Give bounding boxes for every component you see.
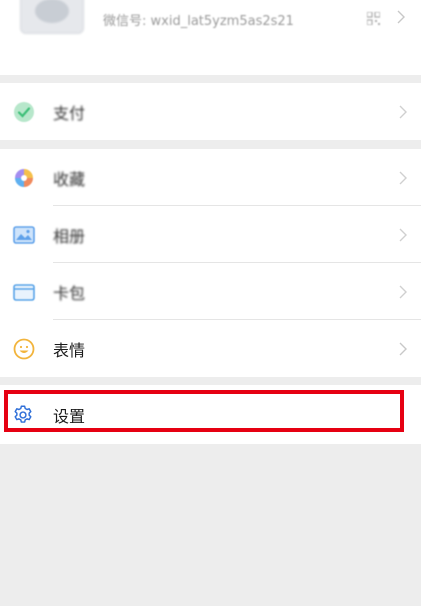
- menu-item-album[interactable]: 相册: [0, 206, 421, 263]
- avatar[interactable]: [20, 0, 84, 34]
- card-wallet-icon: [13, 283, 35, 301]
- menu-item-label: 表情: [53, 340, 86, 360]
- menu-item-label: 收藏: [53, 169, 86, 189]
- chevron-right-icon: [399, 228, 407, 241]
- favorites-icon: [15, 168, 33, 187]
- qr-code-icon[interactable]: [367, 12, 380, 25]
- chevron-right-icon: [399, 342, 407, 355]
- chevron-right-icon: [399, 171, 407, 184]
- main-menu-section: 收藏 相册 卡包 表情: [0, 149, 421, 377]
- highlight-box: [4, 390, 404, 432]
- menu-item-label: 相册: [53, 226, 86, 246]
- menu-item-favorites[interactable]: 收藏: [0, 149, 421, 206]
- chevron-right-icon: [399, 285, 407, 298]
- menu-item-cards[interactable]: 卡包: [0, 263, 421, 320]
- profile-header[interactable]: 微信号: wxid_lat5yzm5as2s21: [0, 0, 421, 75]
- chevron-right-icon: [399, 105, 407, 118]
- wechat-id-text: 微信号: wxid_lat5yzm5as2s21: [103, 14, 294, 29]
- menu-item-label: 卡包: [53, 283, 86, 303]
- menu-item-label: 支付: [53, 103, 86, 123]
- album-icon: [13, 225, 35, 244]
- emoji-icon: [13, 338, 35, 359]
- menu-item-stickers[interactable]: 表情: [0, 320, 421, 377]
- chevron-right-icon: [397, 10, 405, 24]
- menu-item-pay[interactable]: 支付: [0, 83, 421, 140]
- wechat-pay-icon: [14, 101, 34, 122]
- pay-section: 支付: [0, 83, 421, 140]
